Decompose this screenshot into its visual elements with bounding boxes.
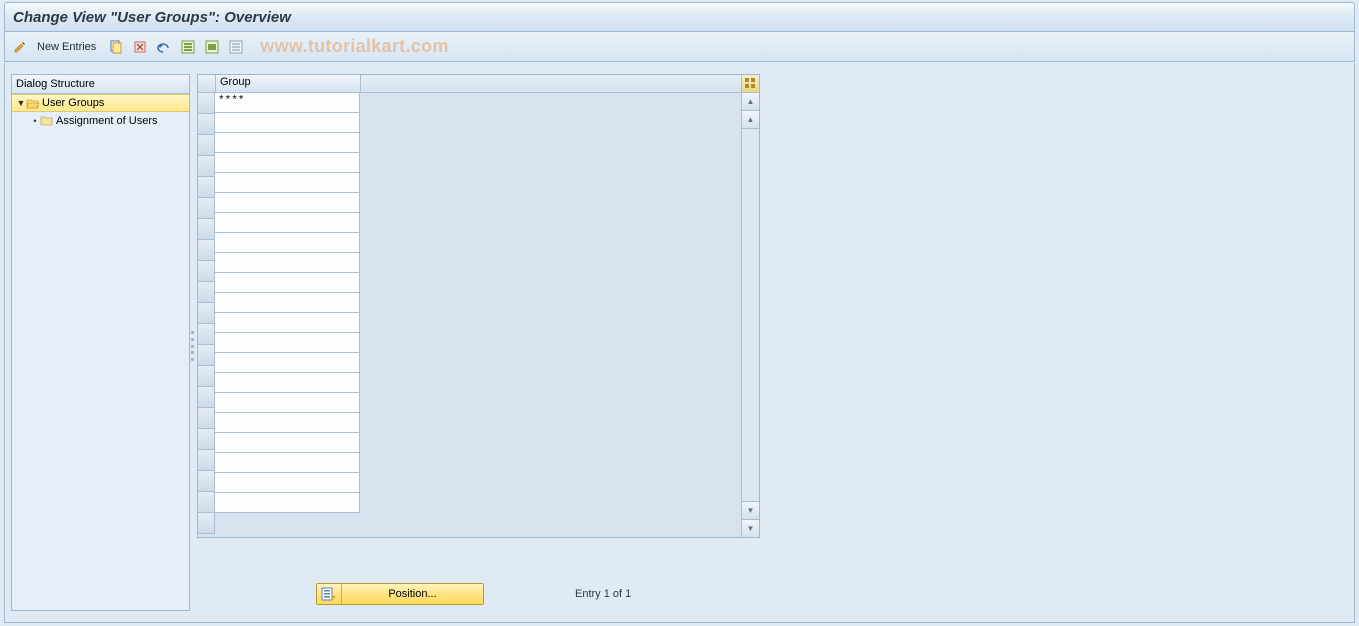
select-all-icon[interactable] <box>178 38 198 56</box>
entry-counter: Entry 1 of 1 <box>575 588 631 600</box>
table-cell[interactable] <box>215 133 360 153</box>
row-selector[interactable] <box>198 324 215 345</box>
delete-icon[interactable] <box>130 38 150 56</box>
table-cell[interactable] <box>215 493 360 513</box>
scroll-up-button-2[interactable]: ▲ <box>742 111 759 129</box>
row-selector[interactable] <box>198 345 215 366</box>
row-selector[interactable] <box>198 387 215 408</box>
column-header-group[interactable]: Group <box>216 75 361 92</box>
table-cell[interactable] <box>215 353 360 373</box>
position-button[interactable]: Position... <box>316 583 484 605</box>
splitter-handle[interactable] <box>191 331 195 361</box>
row-selector[interactable] <box>198 261 215 282</box>
table-cell[interactable] <box>215 253 360 273</box>
position-icon <box>317 584 342 604</box>
row-selector[interactable] <box>198 408 215 429</box>
table-cell[interactable] <box>215 453 360 473</box>
bullet-icon: • <box>30 116 40 126</box>
row-selector[interactable] <box>198 429 215 450</box>
chevron-down-icon: ▼ <box>747 506 755 515</box>
table-panel: Group **** ▲ ▲ ▼ ▼ <box>197 74 760 538</box>
table-cell[interactable] <box>215 213 360 233</box>
row-selector[interactable] <box>198 471 215 492</box>
body-area: Dialog Structure ▼ User Groups • Assignm… <box>4 63 1355 623</box>
table-cell[interactable] <box>215 153 360 173</box>
column-header-filler <box>361 75 741 92</box>
row-selector[interactable] <box>198 282 215 303</box>
row-selector[interactable] <box>198 93 215 114</box>
row-selector[interactable] <box>198 135 215 156</box>
table-cell[interactable] <box>215 393 360 413</box>
table-cell[interactable]: **** <box>215 93 360 113</box>
table-cell[interactable] <box>215 293 360 313</box>
row-selector[interactable] <box>198 114 215 135</box>
table-cell[interactable] <box>215 433 360 453</box>
row-selector[interactable] <box>198 156 215 177</box>
dialog-structure-panel: Dialog Structure ▼ User Groups • Assignm… <box>11 74 190 611</box>
cells-column: **** <box>215 93 360 537</box>
page-title: Change View "User Groups": Overview <box>13 9 291 26</box>
table-cell[interactable] <box>215 333 360 353</box>
dialog-structure-header: Dialog Structure <box>12 75 189 94</box>
tree-node-label: Assignment of Users <box>56 115 157 127</box>
undo-icon[interactable] <box>154 38 174 56</box>
scroll-track[interactable] <box>742 129 759 501</box>
new-entries-button[interactable]: New Entries <box>35 39 102 55</box>
tree-node-label: User Groups <box>42 97 104 109</box>
vertical-scrollbar[interactable]: ▲ ▲ ▼ ▼ <box>741 93 759 537</box>
table-cell[interactable] <box>215 373 360 393</box>
dialog-structure-body: ▼ User Groups • Assignment of Users <box>12 94 189 610</box>
row-selectors <box>198 93 215 537</box>
chevron-up-icon: ▲ <box>747 115 755 124</box>
scroll-down-button-2[interactable]: ▼ <box>742 501 759 519</box>
title-bar: Change View "User Groups": Overview <box>4 2 1355 32</box>
table-cell[interactable] <box>215 313 360 333</box>
row-selector[interactable] <box>198 303 215 324</box>
toggle-change-icon[interactable] <box>11 38 31 56</box>
table-cell[interactable] <box>215 113 360 133</box>
watermark-text: www.tutorialkart.com <box>260 36 448 57</box>
row-selector[interactable] <box>198 450 215 471</box>
row-selector[interactable] <box>198 219 215 240</box>
tree-node-assignment-of-users[interactable]: • Assignment of Users <box>12 112 189 129</box>
table-cell[interactable] <box>215 173 360 193</box>
table-cell[interactable] <box>215 233 360 253</box>
table-cell[interactable] <box>215 413 360 433</box>
position-button-label: Position... <box>342 588 483 600</box>
table-header-row: Group <box>198 75 759 93</box>
row-selector[interactable] <box>198 513 215 534</box>
row-selector[interactable] <box>198 177 215 198</box>
folder-open-icon <box>26 98 40 109</box>
chevron-up-icon: ▲ <box>747 97 755 106</box>
chevron-down-icon: ▼ <box>747 524 755 533</box>
expander-icon[interactable]: ▼ <box>16 98 26 108</box>
table-cell[interactable] <box>215 273 360 293</box>
select-block-icon[interactable] <box>202 38 222 56</box>
table-body: **** ▲ ▲ ▼ ▼ <box>198 93 759 537</box>
table-cell[interactable] <box>215 193 360 213</box>
table-corner[interactable] <box>198 75 216 92</box>
table-cell[interactable] <box>215 473 360 493</box>
table-settings-icon[interactable] <box>741 75 759 92</box>
row-selector[interactable] <box>198 198 215 219</box>
copy-as-icon[interactable] <box>106 38 126 56</box>
tree-node-user-groups[interactable]: ▼ User Groups <box>12 94 189 112</box>
filler-column <box>360 93 741 537</box>
row-selector[interactable] <box>198 240 215 261</box>
scroll-down-button[interactable]: ▼ <box>742 519 759 537</box>
deselect-all-icon[interactable] <box>226 38 246 56</box>
folder-closed-icon <box>40 115 54 126</box>
row-selector[interactable] <box>198 492 215 513</box>
row-selector[interactable] <box>198 366 215 387</box>
toolbar: New Entries www.tutorialkart.com <box>4 32 1355 62</box>
scroll-up-button[interactable]: ▲ <box>742 93 759 111</box>
